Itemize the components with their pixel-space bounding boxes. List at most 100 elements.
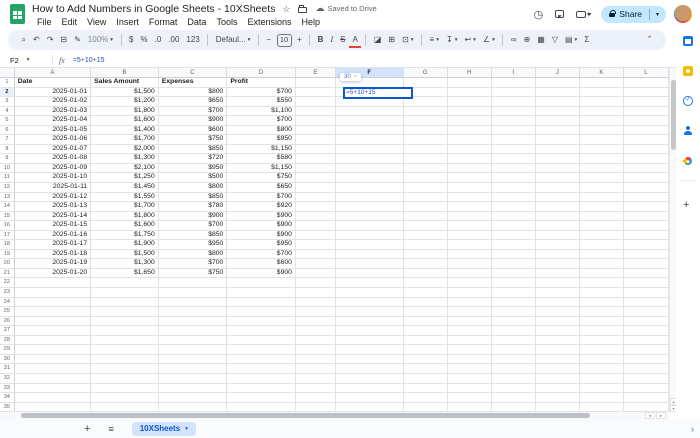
cell[interactable] — [536, 78, 580, 88]
cell[interactable] — [536, 288, 580, 298]
cell[interactable] — [336, 231, 404, 241]
cell[interactable] — [404, 250, 448, 260]
cell[interactable] — [159, 326, 228, 336]
cell[interactable] — [624, 374, 669, 384]
cell[interactable]: $1,100 — [227, 107, 296, 117]
cell[interactable] — [336, 384, 404, 394]
cell[interactable] — [536, 298, 580, 308]
cell[interactable] — [536, 88, 580, 98]
cell[interactable]: $750 — [159, 135, 228, 145]
cell[interactable] — [296, 154, 336, 164]
cell[interactable] — [492, 326, 536, 336]
row-header-21[interactable]: 21 — [0, 269, 15, 279]
cell[interactable] — [624, 355, 669, 365]
cell[interactable] — [492, 393, 536, 403]
column-header-j[interactable]: J — [536, 68, 580, 78]
cell[interactable]: $950 — [227, 135, 296, 145]
cell[interactable] — [159, 278, 228, 288]
cell[interactable]: $1,150 — [227, 164, 296, 174]
format-percent-icon[interactable]: % — [137, 31, 151, 49]
italic-icon[interactable]: I — [327, 31, 337, 49]
cell[interactable] — [296, 240, 336, 250]
cell[interactable] — [536, 326, 580, 336]
cell[interactable] — [448, 78, 492, 88]
cell[interactable] — [296, 307, 336, 317]
cell[interactable]: $700 — [159, 221, 228, 231]
cell[interactable] — [404, 145, 448, 155]
cell[interactable]: $1,300 — [91, 154, 159, 164]
cell[interactable] — [404, 393, 448, 403]
cell[interactable] — [404, 164, 448, 174]
cell[interactable] — [624, 393, 669, 403]
cell[interactable] — [336, 145, 404, 155]
row-header-23[interactable]: 23 — [0, 288, 15, 298]
cell[interactable] — [448, 202, 492, 212]
cell[interactable] — [624, 269, 669, 279]
cell[interactable]: $2,000 — [91, 145, 159, 155]
more-formats-icon[interactable]: 123 — [183, 31, 203, 49]
cell[interactable]: $750 — [159, 269, 228, 279]
cell[interactable] — [536, 336, 580, 346]
row-header-28[interactable]: 28 — [0, 336, 15, 346]
cell[interactable] — [91, 374, 159, 384]
cell[interactable] — [448, 212, 492, 222]
cell[interactable] — [448, 88, 492, 98]
row-header-35[interactable]: 35 — [0, 403, 15, 412]
cell[interactable]: $900 — [159, 212, 228, 222]
cell[interactable] — [580, 231, 624, 241]
cell[interactable] — [536, 364, 580, 374]
functions-icon[interactable]: Σ — [581, 31, 593, 49]
cell[interactable] — [448, 250, 492, 260]
row-header-24[interactable]: 24 — [0, 298, 15, 308]
comment-history-icon[interactable] — [555, 10, 564, 18]
cell[interactable]: $1,200 — [91, 97, 159, 107]
cell[interactable] — [91, 298, 159, 308]
cell[interactable] — [536, 212, 580, 222]
cell[interactable] — [91, 345, 159, 355]
cell[interactable] — [404, 269, 448, 279]
cell[interactable]: $900 — [227, 231, 296, 241]
menu-format[interactable]: Format — [144, 16, 183, 28]
cell[interactable] — [448, 107, 492, 117]
row-header-4[interactable]: 4 — [0, 107, 15, 117]
cell[interactable]: $1,450 — [91, 183, 159, 193]
row-header-26[interactable]: 26 — [0, 317, 15, 327]
cell[interactable] — [536, 97, 580, 107]
cell[interactable] — [296, 97, 336, 107]
menu-help[interactable]: Help — [296, 16, 325, 28]
cell[interactable] — [296, 403, 336, 412]
cell[interactable]: 2025-01-17 — [15, 240, 91, 250]
cell[interactable]: $700 — [227, 116, 296, 126]
cell[interactable] — [404, 355, 448, 365]
cell[interactable] — [492, 384, 536, 394]
merge-cells-caret-icon[interactable]: ▾ — [411, 31, 414, 49]
cell[interactable] — [580, 278, 624, 288]
cell[interactable]: $800 — [159, 183, 228, 193]
cell[interactable] — [448, 384, 492, 394]
cell[interactable]: $1,500 — [91, 88, 159, 98]
cell[interactable] — [296, 384, 336, 394]
horizontal-align-caret-icon[interactable]: ▾ — [436, 31, 439, 49]
cell[interactable]: 2025-01-05 — [15, 126, 91, 136]
cell[interactable] — [448, 364, 492, 374]
insert-chart-icon[interactable]: ▦ — [534, 31, 549, 49]
cell[interactable] — [296, 126, 336, 136]
cell[interactable] — [15, 326, 91, 336]
cell[interactable] — [336, 221, 404, 231]
sheets-logo-icon[interactable] — [10, 4, 25, 24]
cell[interactable] — [336, 183, 404, 193]
cell[interactable]: Expenses — [159, 78, 228, 88]
cell[interactable] — [296, 250, 336, 260]
cell[interactable] — [159, 374, 228, 384]
cell[interactable] — [624, 288, 669, 298]
cell[interactable] — [580, 97, 624, 107]
cell[interactable] — [227, 336, 296, 346]
cell[interactable] — [404, 154, 448, 164]
cell[interactable] — [536, 135, 580, 145]
cell[interactable]: $700 — [159, 107, 228, 117]
cell[interactable] — [227, 355, 296, 365]
cell[interactable]: $850 — [159, 231, 228, 241]
cell[interactable] — [91, 403, 159, 412]
cell[interactable] — [492, 355, 536, 365]
cell[interactable] — [404, 374, 448, 384]
